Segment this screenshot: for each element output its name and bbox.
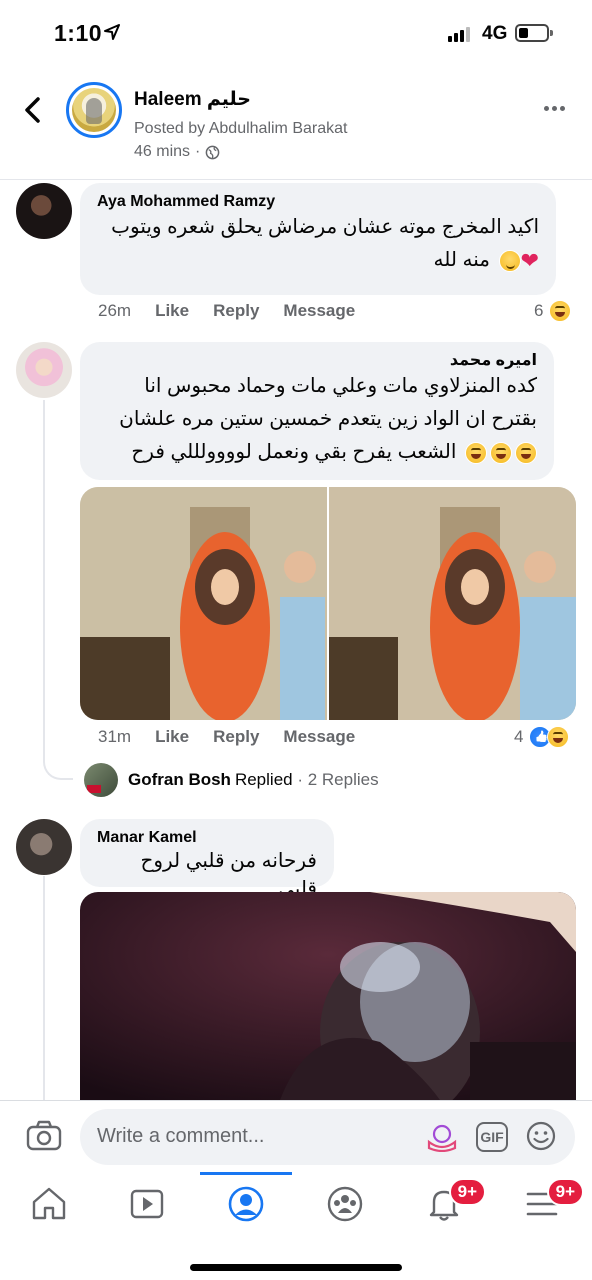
laughing-emoji-icon: [490, 441, 512, 464]
reply-count: · 2 Replies: [297, 770, 379, 789]
comment-image[interactable]: [80, 892, 576, 1100]
battery-icon: [515, 24, 553, 42]
more-options-button[interactable]: [544, 106, 565, 111]
replies-summary[interactable]: Gofran Bosh Replied · 2 Replies: [84, 763, 379, 797]
haha-reaction-icon: [547, 726, 570, 748]
commenter-avatar[interactable]: [16, 183, 72, 239]
commenter-avatar[interactable]: [16, 819, 72, 875]
commenter-name[interactable]: Manar Kamel: [97, 829, 317, 847]
bottom-tab-bar: 9+ 9+: [0, 1172, 592, 1280]
profile-tab-icon[interactable]: [226, 1184, 266, 1224]
comment-text-line: ❤ منه لله: [97, 244, 539, 277]
status-bar: 1:10 4G: [0, 0, 592, 70]
tv-scene-image: [80, 487, 576, 720]
notifications-tab[interactable]: 9+: [424, 1178, 486, 1224]
thread-line: [43, 400, 45, 742]
smile-emoji-icon: [498, 249, 521, 272]
post-header: Haleem حليم Posted by Abdulhalim Barakat…: [0, 70, 592, 180]
back-button[interactable]: [18, 94, 48, 126]
laughing-emoji-icon: [465, 441, 487, 464]
thread-line: [43, 876, 45, 1100]
comment-bubble[interactable]: اميره محمد كده المنزلاوي مات وعلي مات وح…: [80, 342, 554, 480]
status-time: 1:10: [54, 20, 103, 46]
reaction-count: 6: [534, 301, 544, 320]
thread-connector: [43, 740, 73, 780]
haha-reaction-icon: [549, 300, 572, 322]
comment-text-line: الشعب يفرح بقي ونعمل لوووولللي فرح: [97, 436, 537, 469]
emoji-button[interactable]: [525, 1120, 557, 1152]
avatar-sticker-button[interactable]: [426, 1122, 458, 1152]
page-name[interactable]: Haleem حليم: [134, 88, 251, 111]
network-label: 4G: [482, 23, 508, 44]
menu-badge: 9+: [546, 1178, 584, 1206]
comment-composer: Write a comment... GIF: [0, 1100, 592, 1172]
message-button[interactable]: Message: [283, 727, 355, 747]
active-tab-indicator: [200, 1172, 292, 1175]
commenter-name[interactable]: اميره محمد: [97, 350, 537, 370]
posted-by[interactable]: Posted by Abdulhalim Barakat: [134, 120, 347, 138]
home-tab-icon[interactable]: [29, 1184, 69, 1224]
replied-label: Replied: [234, 770, 293, 789]
notifications-badge: 9+: [448, 1178, 486, 1206]
comment-actions: 26m Like Reply Message: [98, 301, 355, 321]
groups-tab-icon[interactable]: [325, 1184, 365, 1224]
laughing-emoji-icon: [515, 441, 537, 464]
comment-time: 31m: [98, 727, 132, 746]
globe-icon: [206, 145, 220, 159]
commenter-name[interactable]: Aya Mohammed Ramzy: [97, 193, 539, 211]
reply-button[interactable]: Reply: [213, 727, 259, 747]
page-avatar[interactable]: [66, 82, 122, 138]
replier-name: Gofran Bosh: [128, 770, 231, 789]
commenter-avatar[interactable]: [16, 342, 72, 398]
reply-button[interactable]: Reply: [213, 301, 259, 321]
comment-text-line: بقترح ان الواد زين يتعدم خمسين ستين مره …: [119, 408, 537, 430]
gif-button[interactable]: GIF: [476, 1122, 508, 1152]
watch-tab-icon[interactable]: [127, 1184, 167, 1224]
comment-time: 26m: [98, 301, 132, 320]
reaction-summary[interactable]: 6: [534, 300, 572, 322]
post-time-label: 46 mins: [134, 143, 191, 160]
camera-button[interactable]: [26, 1119, 62, 1153]
comment-text: اكيد المخرج موته عشان مرضاش يحلق شعره وي…: [111, 216, 539, 238]
like-button[interactable]: Like: [155, 301, 189, 321]
comment-bubble[interactable]: Manar Kamel فرحانه من قلبي لروح قلبي: [80, 819, 334, 900]
reaction-summary[interactable]: 4: [514, 726, 570, 748]
reaction-count: 4: [514, 727, 524, 746]
comment-image[interactable]: [80, 487, 576, 720]
comment-input[interactable]: Write a comment... GIF: [80, 1109, 575, 1165]
replier-avatar: [84, 763, 118, 797]
water-scene-image: [80, 892, 576, 1100]
signal-icon: [448, 27, 470, 42]
menu-tab[interactable]: 9+: [522, 1178, 584, 1224]
heart-emoji-icon: ❤: [520, 248, 539, 274]
comment-bubble[interactable]: Aya Mohammed Ramzy اكيد المخرج موته عشان…: [80, 183, 556, 295]
comment-input-placeholder: Write a comment...: [97, 1125, 265, 1147]
message-button[interactable]: Message: [283, 301, 355, 321]
post-time: 46 mins ·: [134, 143, 220, 161]
comment-actions: 31m Like Reply Message: [98, 727, 355, 747]
comment-text: كده المنزلاوي مات وعلي مات وحماد محبوس ا…: [144, 375, 537, 397]
like-button[interactable]: Like: [155, 727, 189, 747]
home-indicator: [190, 1264, 402, 1271]
location-arrow-icon: [104, 24, 120, 40]
